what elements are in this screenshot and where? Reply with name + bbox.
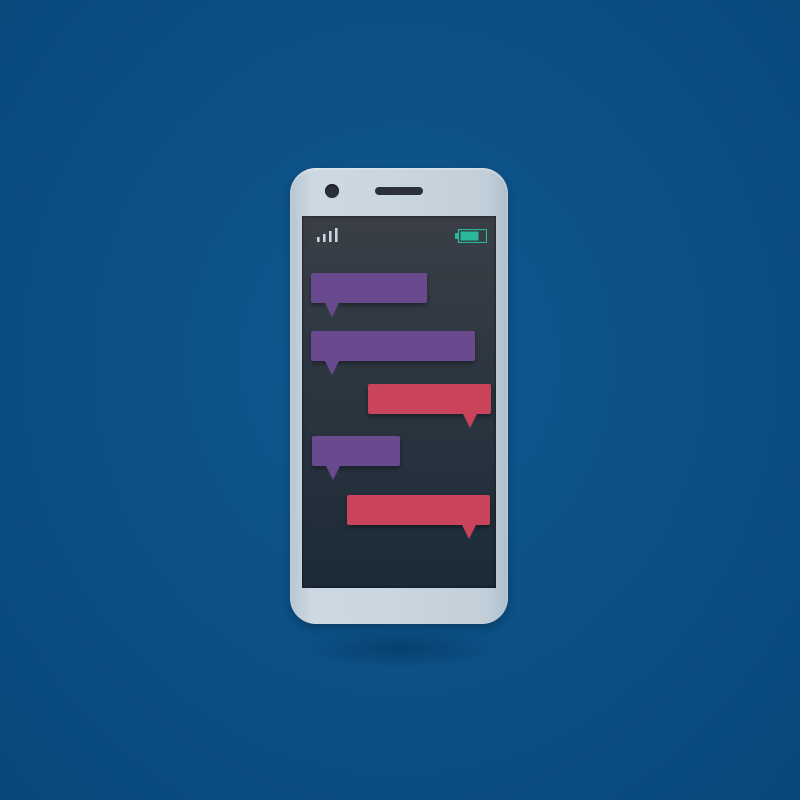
phone-screen (302, 216, 496, 588)
signal-bar (329, 231, 332, 242)
signal-bars-icon (317, 228, 338, 242)
smartphone (290, 168, 508, 624)
front-camera-icon (325, 184, 339, 198)
phone-floor-shadow (300, 628, 500, 668)
battery-icon (455, 229, 487, 243)
chat-bubble-incoming[interactable] (311, 273, 427, 317)
battery-terminal (455, 233, 458, 239)
signal-bar (335, 228, 338, 242)
chat-bubble-incoming[interactable] (311, 331, 475, 375)
chat-bubble-outgoing[interactable] (368, 384, 491, 428)
earpiece-speaker (375, 187, 423, 195)
battery-fill (460, 231, 479, 241)
chat-bubble-incoming[interactable] (312, 436, 400, 480)
chat-bubble-outgoing[interactable] (347, 495, 490, 539)
signal-bar (323, 234, 326, 242)
signal-bar (317, 237, 320, 242)
